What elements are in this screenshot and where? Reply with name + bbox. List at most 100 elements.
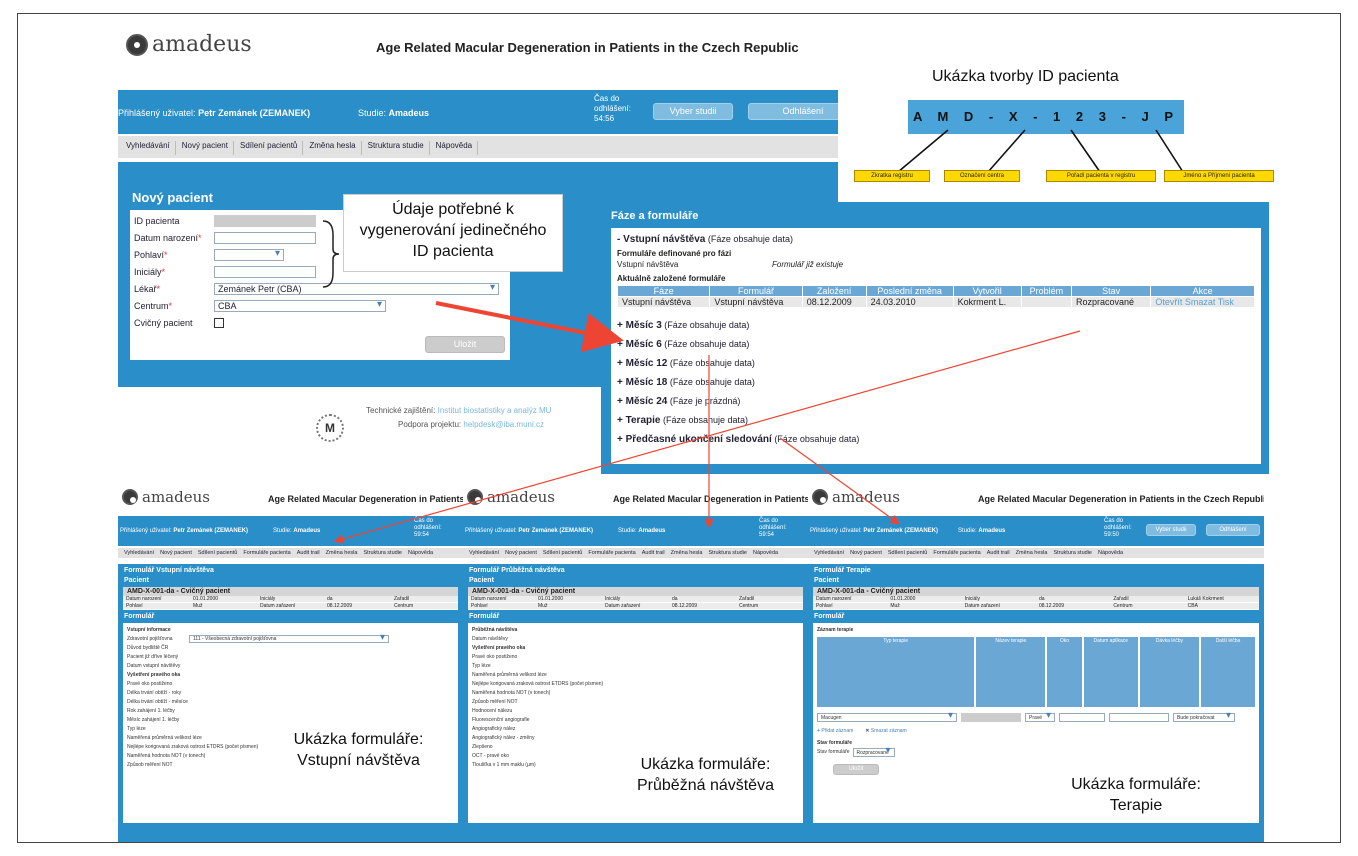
menu-item-structure[interactable]: Struktura studie <box>368 141 430 155</box>
footer-tech-link[interactable]: Institut biostatistiky a analýz MU <box>438 406 552 415</box>
footer-support-link[interactable]: helpdesk@iba.muni.cz <box>463 420 544 429</box>
ss1-logo: amadeus <box>122 488 210 506</box>
ss1-menu-item[interactable]: Vyhledávání <box>124 550 154 556</box>
ss1-menu-item[interactable]: Formuláře pacienta <box>243 550 290 556</box>
tag-order: Pořadí pacienta v registru <box>1046 170 1156 182</box>
ss2-study-label: Studie: <box>618 528 637 534</box>
ss3-col-header: Dávka léčby <box>1139 637 1199 707</box>
ss3-col-header: Oko <box>1047 637 1082 707</box>
practice-checkbox[interactable] <box>214 317 224 328</box>
ss1-title: Age Related Macular Degeneration in Pati… <box>268 494 463 504</box>
ss1-menu-item[interactable]: Nový pacient <box>160 550 192 556</box>
phase-item[interactable]: + Měsíc 3 (Fáze obsahuje data) <box>617 316 1255 335</box>
defined-form-name: Vstupní návštěva <box>617 260 679 269</box>
ss3-choose-study-button[interactable]: Vyber studii <box>1146 524 1196 536</box>
initials-input[interactable] <box>214 265 316 278</box>
menu-item-new-patient[interactable]: Nový pacient <box>182 141 234 155</box>
ss3-menu-item[interactable]: Struktura studie <box>1053 550 1092 556</box>
phase-item[interactable]: + Terapie (Fáze obsahuje data) <box>617 411 1255 430</box>
ss3-drug-select[interactable]: Macugen <box>817 712 957 722</box>
ss3-menu-item[interactable]: Sdílení pacientů <box>888 550 927 556</box>
ss2-row: Naměřená průměrná velikost léze <box>472 672 547 678</box>
ss2-menu-item[interactable]: Formuláře pacienta <box>588 550 635 556</box>
choose-study-button[interactable]: Vyber studii <box>653 103 733 120</box>
phase-item[interactable]: + Měsíc 24 (Fáze je prázdná) <box>617 392 1255 411</box>
doctor-select[interactable]: Zemánek Petr (CBA) <box>214 282 499 295</box>
ss1-menu-item[interactable]: Změna hesla <box>326 550 358 556</box>
ss3-menu-item[interactable]: Nápověda <box>1098 550 1123 556</box>
ss1-pat-cell: 08.12.2009 <box>327 603 353 609</box>
ss3-pat-row: Datum narození 01.01.2000 Iniciály da Zařadi… <box>813 596 1259 603</box>
ss1-insurer-select[interactable]: 111 - Všeobecná zdravotní pojišťovna <box>189 634 389 643</box>
row-practice: Cvičný pacient <box>134 314 506 331</box>
id-callout: Údaje potřebné k vygenerování jedinečnéh… <box>343 194 563 272</box>
phases-panel: Fáze a formuláře - Vstupní návštěva (Fáz… <box>601 202 1269 474</box>
ss3-menu-item[interactable]: Nový pacient <box>850 550 882 556</box>
ss1-menu-item[interactable]: Audit trail <box>297 550 320 556</box>
phase-note: (Fáze obsahuje data) <box>669 358 755 368</box>
ss1-menu-item[interactable]: Struktura studie <box>363 550 402 556</box>
ss3-dose-input[interactable] <box>1109 713 1169 722</box>
ss3-therapy-row: Macugen Pravé Bude pokračovat <box>817 712 1255 722</box>
phase-item[interactable]: + Měsíc 6 (Fáze obsahuje data) <box>617 335 1255 354</box>
ss3-next-select[interactable]: Bude pokračovat <box>1173 712 1235 722</box>
ss3-add-record[interactable]: + Přidat záznam <box>817 727 853 736</box>
ss3-menu-item[interactable]: Audit trail <box>987 550 1010 556</box>
ss3-menu-item[interactable]: Vyhledávání <box>814 550 844 556</box>
ss2-menu-item[interactable]: Změna hesla <box>671 550 703 556</box>
phase-item[interactable]: + Měsíc 18 (Fáze obsahuje data) <box>617 373 1255 392</box>
ss1-row: Délka trvání obtíží - roky <box>127 690 182 696</box>
phase-item[interactable]: + Měsíc 12 (Fáze obsahuje data) <box>617 354 1255 373</box>
timer-label: Čas do odhlášení: <box>594 94 631 113</box>
ss2-row: Zlepšeno <box>472 744 493 750</box>
ss1-menu-item[interactable]: Sdílení pacientů <box>198 550 237 556</box>
save-button[interactable]: Uložit <box>425 336 505 353</box>
menu-item-sharing[interactable]: Sdílení pacientů <box>240 141 304 155</box>
ss1-row: Měsíc zahájení 1. léčby <box>127 717 180 723</box>
ss3-logo: amadeus <box>812 488 900 506</box>
app-title: Age Related Macular Degeneration in Pati… <box>376 40 799 55</box>
ss1-patient-box: AMD-X-001-da - Cvičný pacient Datum naro… <box>123 587 458 610</box>
screenshot-initial-visit: amadeus Age Related Macular Degeneration… <box>118 484 463 842</box>
center-select[interactable]: CBA <box>214 299 386 312</box>
ss2-study: Studie: Amadeus <box>618 528 665 534</box>
screenshot-therapy: amadeus Age Related Macular Degeneration… <box>808 484 1264 842</box>
ss2-timer-value: 59:54 <box>759 532 775 538</box>
ss3-menu-item[interactable]: Změna hesla <box>1016 550 1048 556</box>
ss3-logout-button[interactable]: Odhlášení <box>1206 524 1260 536</box>
cell: 08.12.2009 <box>801 296 867 308</box>
phase-item[interactable]: + Předčasné ukončení sledování (Fáze obs… <box>617 430 1255 449</box>
birthdate-input[interactable] <box>214 231 316 244</box>
ss1-menu-item[interactable]: Nápověda <box>408 550 433 556</box>
col-header: Poslední změna <box>865 285 954 297</box>
gender-select[interactable] <box>214 248 284 261</box>
ss2-menu-item[interactable]: Sdílení pacientů <box>543 550 582 556</box>
menu-item-search[interactable]: Vyhledávání <box>126 141 176 155</box>
ss2-menu-item[interactable]: Nápověda <box>753 550 778 556</box>
ss2-menu-item[interactable]: Nový pacient <box>505 550 537 556</box>
ss2-menu-item[interactable]: Struktura studie <box>708 550 747 556</box>
open-link[interactable]: Otevřít <box>1155 297 1182 307</box>
ss2-pat-row: Datum narození 01.01.2000 Iniciály da Zařadi… <box>468 596 803 603</box>
menu-item-help[interactable]: Nápověda <box>436 141 479 155</box>
delete-link[interactable]: Smazat <box>1185 297 1216 307</box>
print-link[interactable]: Tisk <box>1218 297 1234 307</box>
ss2-row: Angiografický nález - změny <box>472 735 535 741</box>
ss2-menu-item[interactable]: Vyhledávání <box>469 550 499 556</box>
ss2-pat-row: Pohlaví Muž Datum zařazení 08.12.2009 Centru… <box>468 603 803 610</box>
ss3-timer-label: Čas do odhlášení: <box>1104 518 1132 531</box>
menu-item-password[interactable]: Změna hesla <box>309 141 362 155</box>
ss1-row: Rok zahájení 1. léčby <box>127 708 175 714</box>
ss3-save-button[interactable]: Uložit <box>833 764 879 775</box>
ss3-eye-select[interactable]: Pravé <box>1025 712 1055 722</box>
phase-first[interactable]: - Vstupní návštěva (Fáze obsahuje data) <box>617 230 1255 249</box>
header-bar: Přihlášený uživatel: Petr Zemánek (ZEMAN… <box>118 90 858 134</box>
ss3-delete-record[interactable]: ✕ Smazat záznam <box>865 727 906 736</box>
ss2-menu-item[interactable]: Audit trail <box>642 550 665 556</box>
ss3-date-input[interactable] <box>1059 713 1105 722</box>
ss2-pat-cell: Pohlaví <box>471 603 488 609</box>
ss3-state-select[interactable]: Rozpracované <box>852 747 895 757</box>
ss3-menu-item[interactable]: Formuláře pacienta <box>933 550 980 556</box>
ss2-pat-cell: 08.12.2009 <box>672 603 698 609</box>
ss2-row: Pravé oko postiženo <box>472 654 518 660</box>
